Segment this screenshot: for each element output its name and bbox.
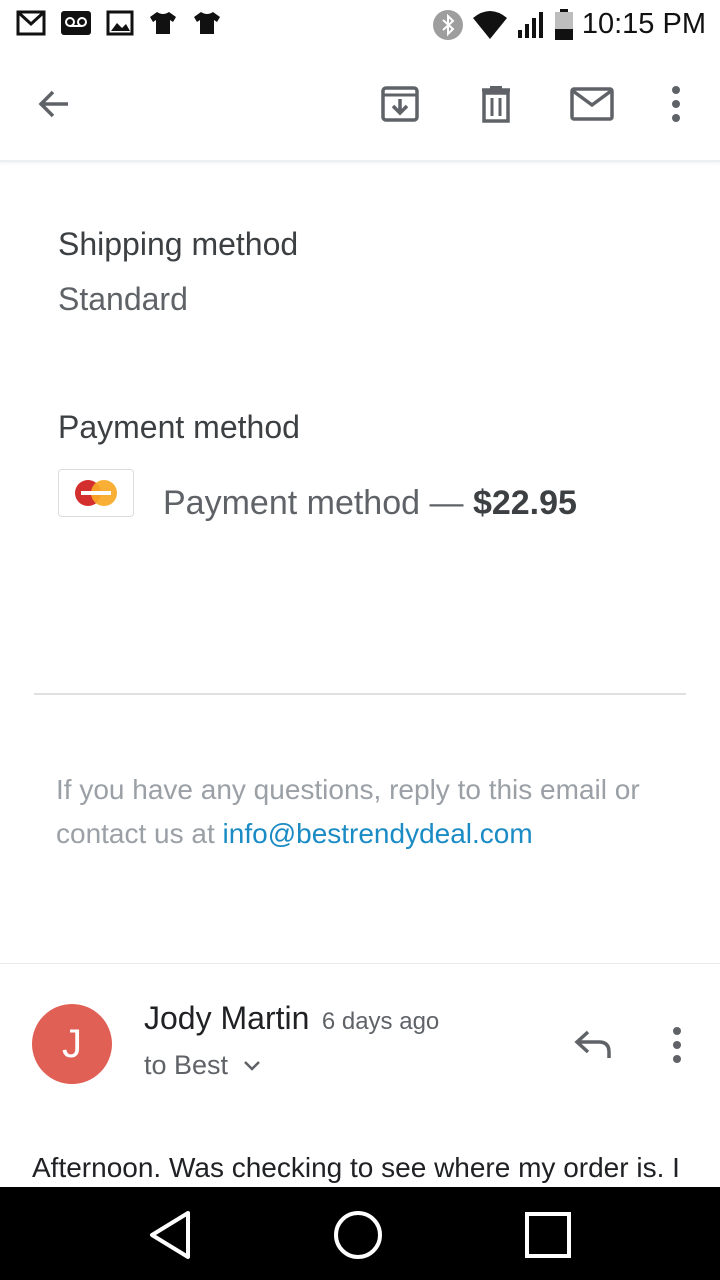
payment-summary: Payment method — $22.95 (163, 484, 577, 523)
delete-icon (482, 86, 510, 123)
contact-info: If you have any questions, reply to this… (56, 768, 676, 856)
payment-label: Payment method — (163, 484, 464, 522)
archive-icon (381, 86, 419, 122)
home-circle-icon (334, 1211, 382, 1259)
payment-amount: $22.95 (472, 484, 577, 522)
wifi-icon (472, 10, 507, 39)
app-toolbar (0, 48, 720, 162)
avatar[interactable]: J (32, 1004, 112, 1084)
sender-line: Jody Martin 6 days ago (144, 1000, 439, 1037)
shipping-method-value: Standard (58, 281, 188, 317)
back-triangle-icon (150, 1211, 190, 1259)
delete-button[interactable] (468, 76, 524, 132)
signal-icon (517, 11, 543, 38)
recipient-text: to Best (144, 1050, 229, 1080)
battery-icon (554, 8, 573, 40)
shirt-icon (194, 12, 220, 34)
mark-unread-button[interactable] (564, 76, 620, 132)
message-body: Afternoon. Was checking to see where my … (32, 1152, 680, 1183)
mark-unread-icon (570, 87, 614, 121)
contact-email-link[interactable]: info@bestrendydeal.com (223, 818, 533, 849)
reply-button[interactable] (566, 1018, 620, 1072)
gmail-icon (16, 10, 46, 36)
message-time: 6 days ago (321, 1008, 440, 1035)
status-bar: 10:15 PM (0, 0, 720, 48)
navigation-bar (0, 1187, 720, 1280)
payment-method-title: Payment method (58, 409, 300, 445)
more-vert-icon (672, 86, 680, 122)
message-divider (0, 963, 720, 964)
image-icon (106, 10, 134, 36)
archive-button[interactable] (372, 76, 428, 132)
reply-icon (574, 1030, 611, 1058)
clock: 10:15 PM (581, 8, 706, 40)
nav-recents-button[interactable] (518, 1205, 578, 1265)
shirt-icon (150, 12, 176, 34)
card-chip (58, 469, 134, 517)
back-button[interactable] (26, 76, 82, 132)
recents-square-icon (525, 1212, 571, 1258)
notification-icons (16, 10, 222, 36)
back-arrow-icon (38, 90, 68, 118)
section-divider (34, 693, 686, 695)
bluetooth-icon (432, 9, 463, 40)
mastercard-icon (75, 480, 117, 506)
sender-name: Jody Martin (144, 1000, 310, 1036)
chevron-down-icon (244, 1060, 260, 1071)
more-options-button[interactable] (648, 76, 704, 132)
message-more-button[interactable] (650, 1018, 704, 1072)
system-indicators: 10:15 PM (432, 8, 706, 41)
voicemail-icon (61, 11, 91, 35)
more-vert-icon (673, 1027, 681, 1063)
nav-home-button[interactable] (328, 1205, 388, 1265)
nav-back-button[interactable] (140, 1205, 200, 1265)
recipient-toggle[interactable]: to Best (144, 1050, 262, 1081)
shipping-method-title: Shipping method (58, 226, 299, 262)
